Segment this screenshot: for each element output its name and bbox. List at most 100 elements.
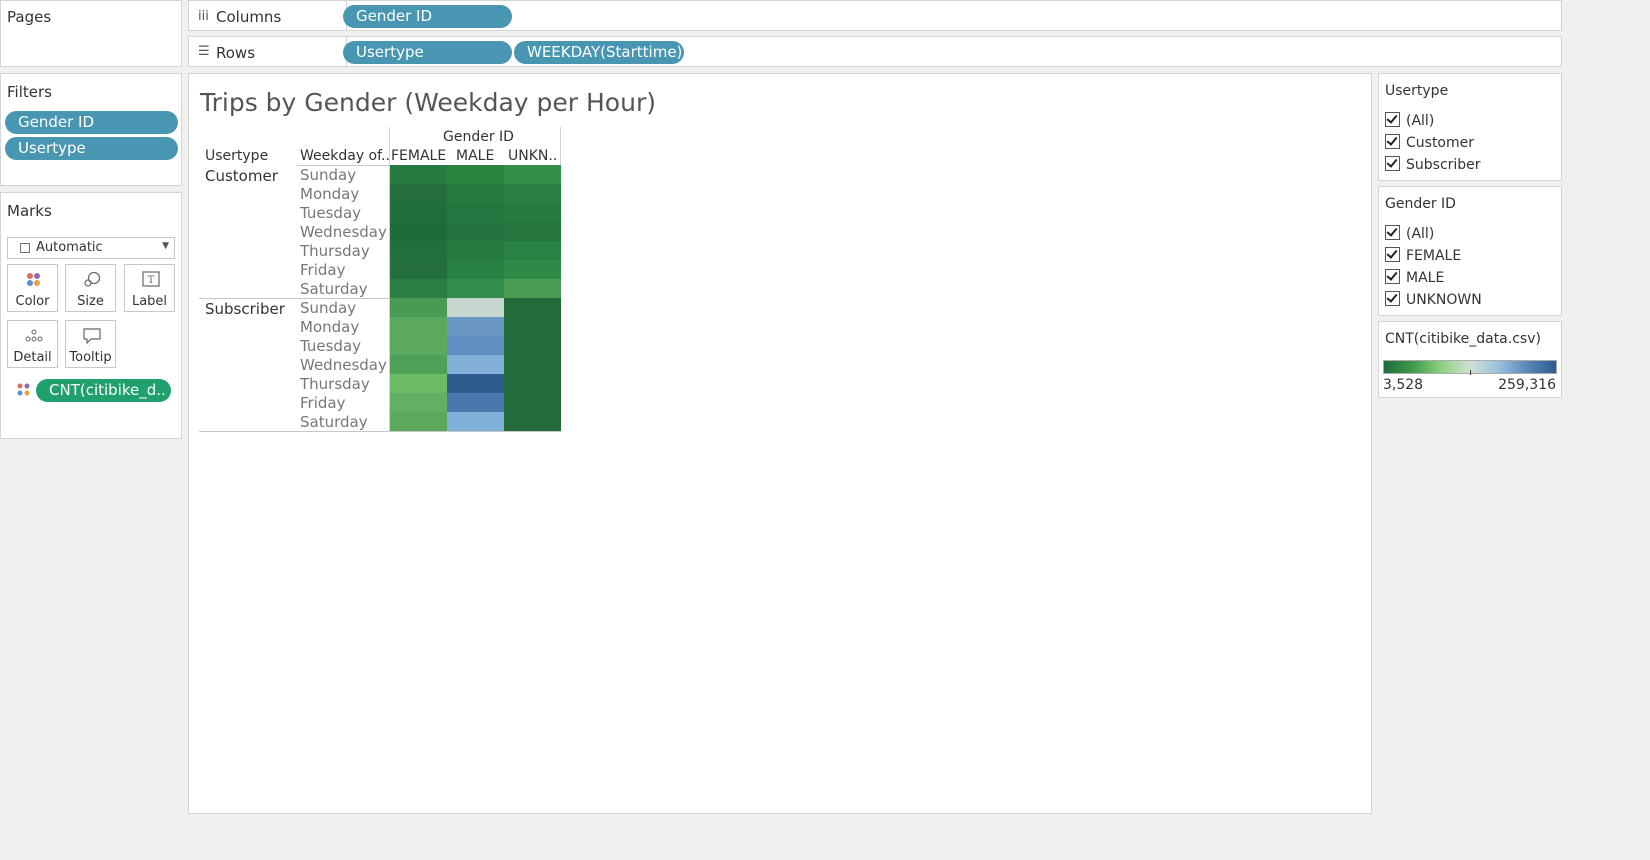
columns-icon: iii bbox=[198, 9, 209, 24]
filter-pill-gender-id[interactable]: Gender ID bbox=[5, 111, 178, 134]
color-field-icon bbox=[17, 383, 30, 396]
heatmap-cell[interactable] bbox=[447, 241, 504, 260]
heatmap-cell[interactable] bbox=[504, 203, 561, 222]
label-label: Label bbox=[131, 294, 168, 309]
heatmap-cell[interactable] bbox=[390, 203, 447, 222]
heatmap-cell[interactable] bbox=[390, 222, 447, 241]
heatmap-cell[interactable] bbox=[504, 374, 561, 393]
checkbox-icon bbox=[1385, 247, 1400, 262]
gender-option-unknown[interactable]: UNKNOWN bbox=[1385, 291, 1482, 308]
heatmap-cell[interactable] bbox=[390, 317, 447, 336]
usertype-filter-card[interactable]: Usertype (All) Customer Subscriber bbox=[1378, 73, 1562, 181]
mark-type-value: Automatic bbox=[36, 240, 103, 255]
heatmap-cell[interactable] bbox=[390, 298, 447, 317]
label-button[interactable]: T Label bbox=[124, 264, 175, 312]
columns-shelf[interactable]: iii Columns Gender ID bbox=[188, 0, 1562, 31]
rows-pill-usertype[interactable]: Usertype bbox=[343, 41, 512, 64]
gender-filter-title: Gender ID bbox=[1385, 196, 1456, 212]
heatmap-cell[interactable] bbox=[447, 374, 504, 393]
color-label: Color bbox=[15, 294, 50, 309]
usertype-option-customer[interactable]: Customer bbox=[1385, 134, 1474, 151]
weekday-label: Tuesday bbox=[300, 204, 362, 222]
heatmap-cell[interactable] bbox=[447, 165, 504, 184]
mark-type-dropdown[interactable]: Automatic ▼ bbox=[7, 237, 175, 259]
heatmap-cell[interactable] bbox=[447, 203, 504, 222]
weekday-label: Sunday bbox=[300, 299, 357, 317]
heatmap-cell[interactable] bbox=[504, 393, 561, 412]
heatmap-cell[interactable] bbox=[390, 355, 447, 374]
heatmap-cell[interactable] bbox=[390, 260, 447, 279]
marks-card[interactable]: Marks Automatic ▼ Color Size T Label Det… bbox=[0, 192, 182, 439]
option-label: FEMALE bbox=[1406, 248, 1462, 264]
heatmap-cell[interactable] bbox=[390, 279, 447, 298]
legend-max: 259,316 bbox=[1498, 377, 1556, 393]
detail-label: Detail bbox=[13, 350, 52, 365]
heatmap-cell[interactable] bbox=[504, 260, 561, 279]
heatmap-cell[interactable] bbox=[390, 241, 447, 260]
heatmap-cell[interactable] bbox=[504, 336, 561, 355]
heatmap-cell[interactable] bbox=[447, 412, 504, 431]
viz-pane[interactable]: Trips by Gender (Weekday per Hour) Gende… bbox=[188, 73, 1372, 814]
tooltip-label: Tooltip bbox=[69, 350, 112, 365]
heatmap-cell[interactable] bbox=[390, 165, 447, 184]
gender-option-male[interactable]: MALE bbox=[1385, 269, 1444, 286]
columns-pill-gender-id[interactable]: Gender ID bbox=[343, 5, 512, 28]
weekday-label: Tuesday bbox=[300, 337, 362, 355]
detail-icon bbox=[25, 329, 43, 342]
heatmap-cell[interactable] bbox=[447, 279, 504, 298]
heatmap-cell[interactable] bbox=[447, 260, 504, 279]
heatmap-cell[interactable] bbox=[390, 393, 447, 412]
mark-type-square-icon bbox=[20, 243, 30, 253]
table-bottom-rule bbox=[199, 431, 561, 432]
marks-field-pill[interactable]: CNT(citibike_d.. bbox=[36, 379, 171, 402]
heatmap-cell[interactable] bbox=[447, 393, 504, 412]
heatmap-cell[interactable] bbox=[504, 184, 561, 203]
heatmap-cell[interactable] bbox=[447, 336, 504, 355]
filters-card[interactable]: Filters Gender ID Usertype bbox=[0, 73, 182, 186]
weekday-label: Monday bbox=[300, 318, 360, 336]
size-label: Size bbox=[77, 294, 104, 309]
rows-shelf[interactable]: ☰ Rows Usertype WEEKDAY(Starttime) bbox=[188, 36, 1562, 67]
weekday-label: Saturday bbox=[300, 413, 368, 431]
header-divider bbox=[560, 127, 561, 165]
color-legend-card[interactable]: CNT(citibike_data.csv) 3,528 259,316 bbox=[1378, 321, 1562, 398]
heatmap-cell[interactable] bbox=[504, 355, 561, 374]
heatmap-cell[interactable] bbox=[447, 355, 504, 374]
rows-pill-weekday[interactable]: WEEKDAY(Starttime) bbox=[514, 41, 684, 64]
heatmap-cell[interactable] bbox=[447, 298, 504, 317]
filter-pill-usertype[interactable]: Usertype bbox=[5, 137, 178, 160]
heatmap-cell[interactable] bbox=[447, 222, 504, 241]
heatmap-cell[interactable] bbox=[447, 317, 504, 336]
pages-title: Pages bbox=[7, 8, 52, 26]
heatmap-cell[interactable] bbox=[504, 222, 561, 241]
heatmap-cell[interactable] bbox=[504, 298, 561, 317]
heatmap-cell[interactable] bbox=[504, 279, 561, 298]
heatmap-cell[interactable] bbox=[504, 241, 561, 260]
gender-filter-card[interactable]: Gender ID (All) FEMALE MALE UNKNOWN bbox=[1378, 186, 1562, 316]
heatmap-cell[interactable] bbox=[390, 412, 447, 431]
usertype-option-subscriber[interactable]: Subscriber bbox=[1385, 156, 1481, 173]
heatmap-cell[interactable] bbox=[504, 165, 561, 184]
gender-option-female[interactable]: FEMALE bbox=[1385, 247, 1461, 264]
heatmap-cell[interactable] bbox=[390, 336, 447, 355]
row-header-weekday: Weekday of.. bbox=[300, 148, 390, 164]
size-button[interactable]: Size bbox=[65, 264, 116, 312]
legend-midpoint-tick bbox=[1470, 370, 1471, 375]
col-label-unknown: UNKN.. bbox=[508, 148, 558, 164]
weekday-label: Saturday bbox=[300, 280, 368, 298]
heatmap-cell[interactable] bbox=[390, 184, 447, 203]
heatmap-cell[interactable] bbox=[390, 374, 447, 393]
heatmap-cell[interactable] bbox=[504, 412, 561, 431]
color-button[interactable]: Color bbox=[7, 264, 58, 312]
columns-label: Columns bbox=[216, 8, 282, 26]
heatmap-cell[interactable] bbox=[504, 317, 561, 336]
heatmap-cell[interactable] bbox=[447, 184, 504, 203]
col-label-male: MALE bbox=[456, 148, 495, 164]
pages-card[interactable]: Pages bbox=[0, 0, 182, 67]
detail-button[interactable]: Detail bbox=[7, 320, 58, 368]
tooltip-button[interactable]: Tooltip bbox=[65, 320, 116, 368]
checkbox-icon bbox=[1385, 225, 1400, 240]
usertype-option-all[interactable]: (All) bbox=[1385, 112, 1434, 129]
tooltip-icon bbox=[83, 328, 101, 345]
gender-option-all[interactable]: (All) bbox=[1385, 225, 1434, 242]
